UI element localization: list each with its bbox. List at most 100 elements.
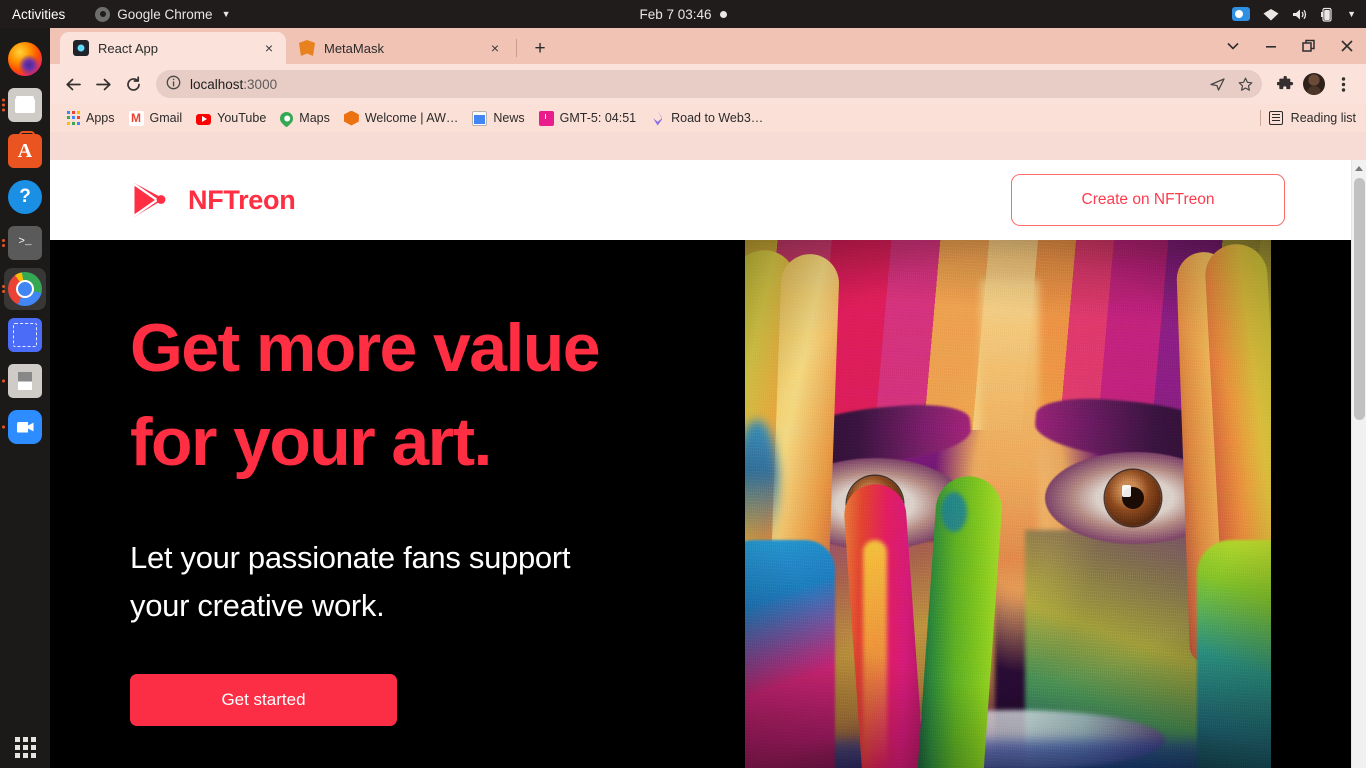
youtube-icon (196, 113, 212, 125)
bookmark-maps[interactable]: Maps (273, 108, 337, 128)
hero-subtitle-line-1: Let your passionate fans support (130, 539, 571, 575)
back-button[interactable] (58, 69, 88, 99)
three-dot-menu-icon[interactable] (1328, 69, 1358, 99)
forward-button[interactable] (88, 69, 118, 99)
scrollbar-thumb[interactable] (1353, 178, 1365, 420)
bookmark-aws[interactable]: Welcome | AW… (337, 109, 466, 128)
reading-list-button[interactable]: Reading list (1259, 104, 1356, 132)
tab-divider (516, 39, 517, 57)
bookmark-label: Gmail (149, 111, 183, 125)
create-on-nftreon-button[interactable]: Create on NFTreon (1011, 174, 1285, 226)
play-triangle-logo-icon (130, 180, 170, 220)
ubuntu-dock: A ? >_ (0, 28, 50, 768)
dock-item-zoom[interactable] (0, 404, 50, 450)
system-tray[interactable]: ▼ (1232, 0, 1356, 28)
new-tab-button[interactable]: + (526, 34, 554, 62)
ethereum-icon (650, 111, 665, 126)
page-viewport: NFTreon Create on NFTreon Get more value… (50, 160, 1366, 768)
brand-name: NFTreon (188, 184, 296, 215)
omnibox-actions (1204, 70, 1258, 98)
share-icon[interactable] (1204, 71, 1230, 97)
running-indicator (2, 98, 5, 112)
hero-title-line-1: Get more value (130, 310, 601, 386)
dock-item-screenshot[interactable] (0, 312, 50, 358)
hero-title-line-2: for your art. (130, 403, 492, 480)
tab-close-icon[interactable]: × (486, 39, 504, 57)
notification-dot-icon (719, 10, 727, 18)
close-window-button[interactable] (1328, 28, 1366, 64)
hero-subtitle: Let your passionate fans support your cr… (130, 534, 750, 631)
bookmark-label: Apps (86, 111, 115, 125)
chrome-icon (8, 272, 42, 306)
tab-strip: React App × MetaMask × + (50, 28, 1366, 64)
screencast-icon[interactable] (1232, 7, 1251, 21)
running-indicator (2, 239, 5, 247)
bookmark-label: Maps (299, 111, 330, 125)
hero-copy: Get more value for your art. Let your pa… (130, 302, 750, 727)
bookmark-gmt-clock[interactable]: GMT-5: 04:51 (532, 109, 643, 128)
dock-item-terminal[interactable]: >_ (0, 220, 50, 266)
dock-item-files[interactable] (0, 82, 50, 128)
bookmark-apps[interactable]: Apps (60, 109, 122, 128)
dock-item-text-editor[interactable] (0, 358, 50, 404)
info-circle-icon[interactable] (166, 75, 181, 93)
dock-item-chrome[interactable] (0, 266, 50, 312)
battery-icon[interactable] (1321, 7, 1332, 22)
bookmarks-bar: Apps Gmail YouTube Maps Welcome | AW… Ne… (50, 104, 1366, 132)
show-applications-button[interactable] (0, 737, 50, 758)
wifi-icon[interactable] (1263, 8, 1279, 21)
dock-item-software[interactable]: A (0, 128, 50, 174)
zoom-app-icon (8, 410, 42, 444)
bookmark-label: Welcome | AW… (364, 111, 459, 125)
terminal-icon: >_ (8, 226, 42, 260)
screenshot-icon (8, 318, 42, 352)
reading-list-label: Reading list (1290, 111, 1356, 125)
browser-toolbar: localhost:3000 (50, 64, 1366, 104)
hero-subtitle-line-2: your creative work. (130, 588, 385, 624)
tab-metamask[interactable]: MetaMask × (286, 32, 512, 64)
tab-react-app[interactable]: React App × (60, 32, 286, 64)
bookmarks-divider (1259, 110, 1261, 126)
reading-list-icon (1268, 111, 1283, 125)
bookmark-label: Road to Web3… (671, 111, 764, 125)
dock-item-firefox[interactable] (0, 36, 50, 82)
tab-close-icon[interactable]: × (260, 39, 278, 57)
scroll-up-arrow-icon[interactable] (1352, 160, 1366, 176)
reload-button[interactable] (118, 69, 148, 99)
chrome-app-icon (95, 6, 111, 22)
tray-chevron-down-icon[interactable]: ▼ (1347, 9, 1356, 19)
dock-item-help[interactable]: ? (0, 174, 50, 220)
bookmark-youtube[interactable]: YouTube (189, 109, 273, 127)
running-indicator (2, 425, 5, 429)
star-icon[interactable] (1232, 71, 1258, 97)
activities-button[interactable]: Activities (0, 7, 77, 22)
text-editor-icon (8, 364, 42, 398)
address-bar[interactable]: localhost:3000 (156, 70, 1262, 98)
nftreon-page: NFTreon Create on NFTreon Get more value… (50, 160, 1351, 768)
bookmark-gmail[interactable]: Gmail (122, 109, 190, 128)
active-app-menu[interactable]: Google Chrome ▼ (77, 6, 231, 22)
window-controls (1214, 28, 1366, 64)
apps-grid-icon (67, 110, 80, 126)
bookmark-news[interactable]: News (465, 109, 531, 128)
minimize-button[interactable] (1252, 28, 1290, 64)
get-started-button[interactable]: Get started (130, 674, 397, 727)
brand[interactable]: NFTreon (130, 180, 296, 220)
page-scrollbar[interactable] (1351, 160, 1366, 768)
active-app-label: Google Chrome (117, 6, 213, 22)
clock-label: Feb 7 03:46 (639, 6, 712, 22)
volume-icon[interactable] (1292, 8, 1308, 21)
running-indicator (2, 379, 5, 383)
extensions-puzzle-icon[interactable] (1270, 69, 1300, 99)
running-indicator (2, 285, 5, 293)
bookmark-label: YouTube (217, 111, 267, 125)
bookmark-road-to-web3[interactable]: Road to Web3… (643, 109, 770, 128)
tab-search-chevron-down-icon[interactable] (1214, 28, 1252, 64)
profile-avatar[interactable] (1303, 73, 1325, 95)
system-clock[interactable]: Feb 7 03:46 (598, 7, 768, 22)
metamask-fox-icon (299, 40, 315, 56)
gmail-icon (128, 110, 144, 126)
maximize-restore-button[interactable] (1290, 28, 1328, 64)
url-port: :3000 (243, 76, 278, 92)
site-header: NFTreon Create on NFTreon (50, 160, 1351, 240)
